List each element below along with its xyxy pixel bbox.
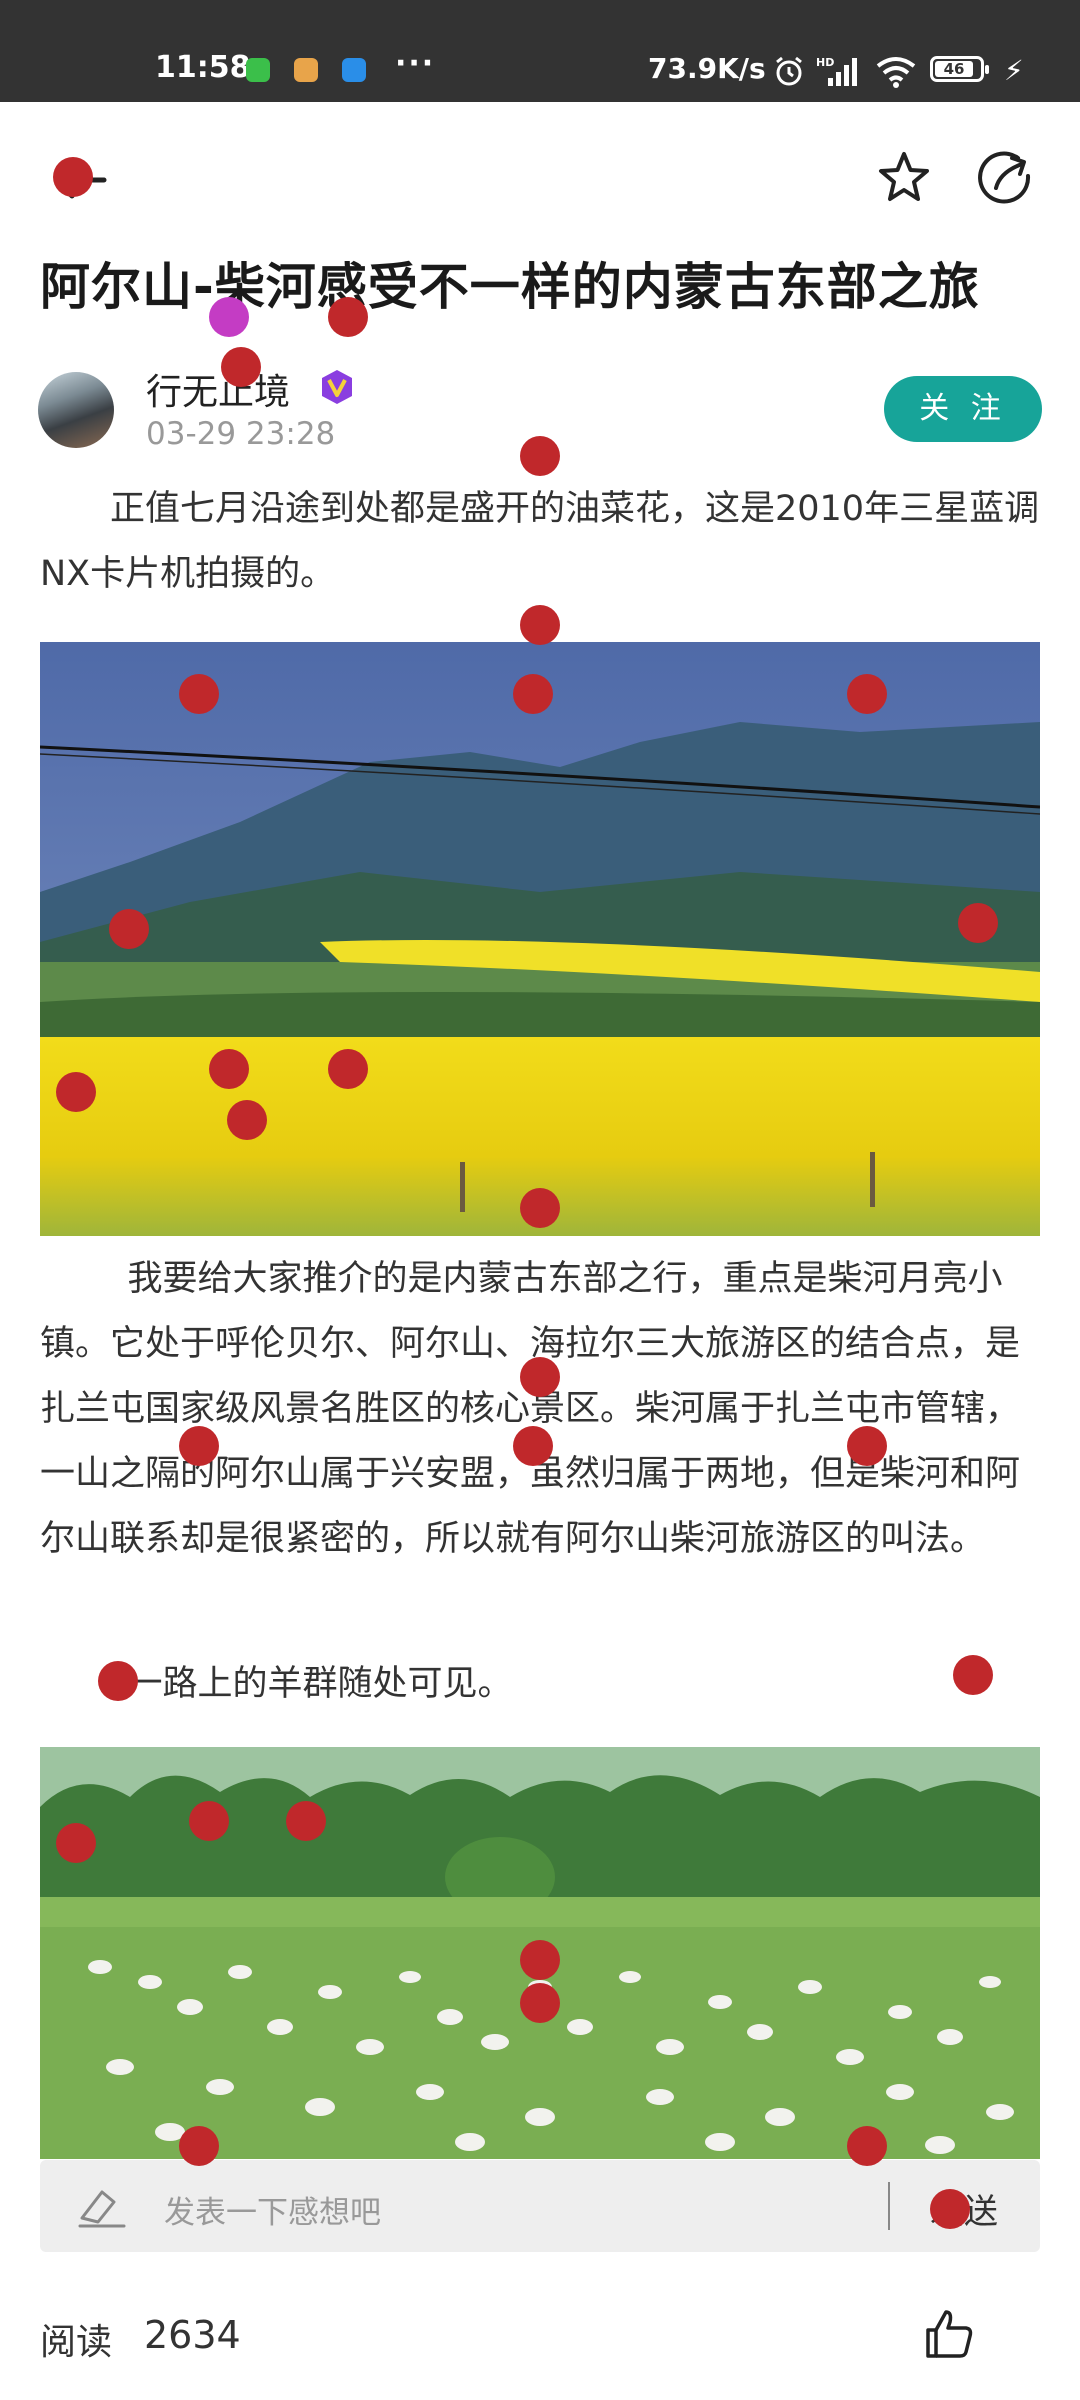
svg-text:HD: HD — [816, 56, 834, 69]
marker-dot — [847, 1426, 887, 1466]
marker-dot — [847, 674, 887, 714]
marker-dot — [930, 2189, 970, 2229]
favorite-button[interactable] — [874, 148, 934, 208]
read-count: 2634 — [144, 2313, 241, 2357]
wifi-icon — [876, 57, 916, 88]
article-paragraph-1: 正值七月沿途到处都是盛开的油菜花，这是2010年三星蓝调NX卡片机拍摄的。 — [40, 489, 1040, 594]
star-icon — [879, 152, 929, 201]
marker-dot — [520, 1983, 560, 2023]
battery-icon: 46 — [930, 56, 989, 82]
edit-icon — [78, 2190, 126, 2228]
marker-dot — [513, 674, 553, 714]
marker-dot — [189, 1801, 229, 1841]
article-photo-rapeseed-field[interactable] — [40, 642, 1040, 1236]
charging-icon: ⚡ — [1004, 54, 1024, 87]
browser-notification-icon — [342, 58, 366, 82]
vip-v-icon — [322, 370, 352, 404]
marker-dot — [56, 1072, 96, 1112]
marker-dot — [209, 297, 249, 337]
read-label: 阅读 — [40, 2322, 113, 2363]
marker-dot — [847, 2126, 887, 2166]
marker-dot — [179, 1426, 219, 1466]
author-avatar[interactable] — [38, 372, 114, 448]
marker-dot — [520, 605, 560, 645]
app-notification-icon — [294, 58, 318, 82]
article-title: 阿尔山-柴河感受不一样的内蒙古东部之旅 — [40, 258, 980, 316]
post-timestamp: 03-29 23:28 — [146, 416, 336, 452]
marker-dot — [109, 909, 149, 949]
marker-dot — [513, 1426, 553, 1466]
follow-button[interactable]: 关 注 — [884, 376, 1042, 442]
marker-dot — [98, 1661, 138, 1701]
author-name[interactable]: 行无止境 — [146, 363, 290, 415]
marker-dot — [286, 1801, 326, 1841]
marker-dot — [520, 1357, 560, 1397]
marker-dot — [227, 1100, 267, 1140]
battery-level: 46 — [935, 61, 973, 77]
marker-dot — [221, 347, 261, 387]
alarm-icon — [776, 56, 802, 86]
marker-dot — [209, 1049, 249, 1089]
rapeseed-landscape-image — [40, 642, 1040, 1236]
marker-dot — [179, 2126, 219, 2166]
comment-input[interactable]: 发表一下感想吧 — [164, 2187, 381, 2232]
wechat-notification-icon — [246, 58, 270, 82]
marker-dot — [328, 1049, 368, 1089]
share-icon — [978, 151, 1031, 204]
marker-dot — [958, 903, 998, 943]
status-time: 11:58 — [155, 50, 251, 85]
marker-dot — [520, 436, 560, 476]
article-paragraph-2: 我要给大家推介的是内蒙古东部之行，重点是柴河月亮小镇。它处于呼伦贝尔、阿尔山、海… — [40, 1259, 1021, 1559]
status-bar: 11:58 ··· 73.9K/s HD 46 ⚡ — [0, 0, 1080, 102]
marker-dot — [953, 1655, 993, 1695]
marker-dot — [328, 297, 368, 337]
comment-bar: 发表一下感想吧 发送 — [40, 2160, 1040, 2252]
like-button[interactable] — [920, 2304, 980, 2364]
signal-icon: HD — [816, 56, 857, 86]
comment-divider — [888, 2182, 890, 2230]
network-speed: 73.9K/s — [648, 52, 766, 85]
more-notifications-icon: ··· — [395, 46, 436, 81]
marker-dot — [520, 1940, 560, 1980]
thumbs-up-icon — [926, 2310, 973, 2358]
marker-dot — [179, 674, 219, 714]
marker-dot — [53, 157, 93, 197]
marker-dot — [520, 1188, 560, 1228]
marker-dot — [56, 1823, 96, 1863]
article-paragraph-3: 一路上的羊群随处可见。 — [127, 1664, 513, 1704]
share-button[interactable] — [974, 148, 1036, 210]
